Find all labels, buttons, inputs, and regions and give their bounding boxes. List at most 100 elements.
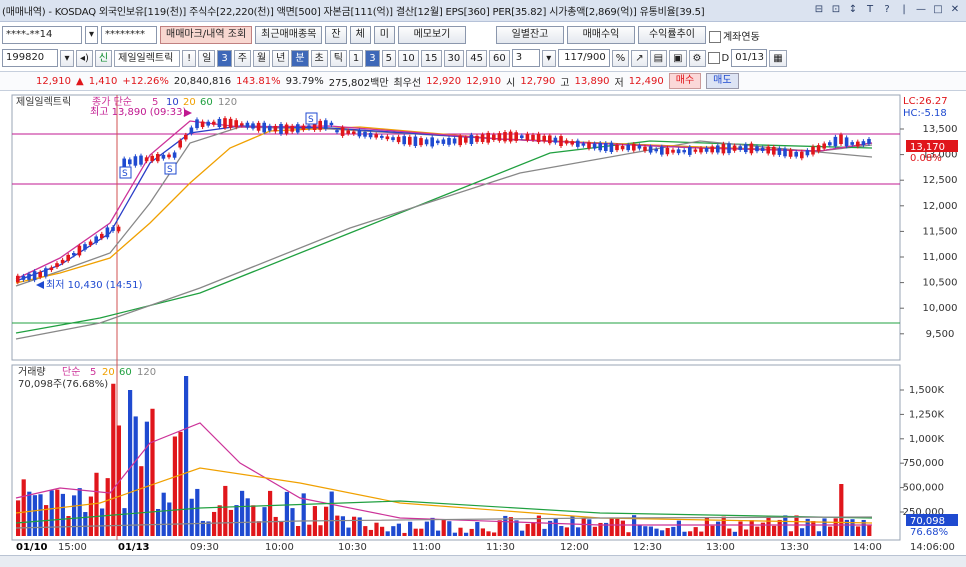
trade-profit-button[interactable]: 매매수익 — [566, 26, 635, 44]
candle-body — [60, 259, 65, 264]
candle-body — [122, 158, 126, 167]
volume-bar — [833, 518, 838, 536]
period-tick[interactable]: 틱 — [329, 49, 347, 67]
close-icon[interactable]: ✕ — [948, 3, 962, 17]
candle-body — [553, 137, 558, 143]
profit-trend-button[interactable]: 수익률추이 — [637, 26, 706, 44]
volume-bar — [380, 526, 385, 536]
volume-axis-label: 1,000K — [909, 434, 945, 445]
volume-bar — [464, 532, 469, 536]
volume-bar — [710, 525, 715, 536]
volume-bar — [592, 526, 597, 536]
interval-30[interactable]: 30 — [443, 49, 465, 67]
executed-button[interactable]: 체 — [349, 26, 371, 44]
recent-stocks-button[interactable]: 최근매매종목 — [255, 26, 323, 44]
volume-panel-name: 거래량 — [18, 366, 46, 378]
help-icon[interactable]: ? — [880, 3, 894, 17]
trend-icon[interactable]: ↗ — [631, 49, 648, 67]
period-second[interactable]: 초 — [310, 49, 328, 67]
period-year[interactable]: 년 — [272, 49, 290, 67]
period-minute[interactable]: 분 — [291, 49, 309, 67]
open-label: 시 — [506, 77, 516, 89]
high-price: 13,890 — [574, 75, 610, 87]
candle-body — [167, 154, 171, 158]
gear-icon[interactable]: ⚙ — [688, 49, 706, 67]
candle-body — [368, 132, 373, 138]
high-label: 고 — [560, 77, 570, 89]
alert-button[interactable]: ! — [182, 49, 197, 67]
sell-button[interactable]: 매도 — [706, 73, 739, 89]
print-icon[interactable]: ▤ — [649, 49, 668, 67]
volume-bar — [156, 508, 161, 536]
volume-bar — [268, 490, 273, 536]
pending-button[interactable]: 미 — [373, 26, 395, 44]
interval-45[interactable]: 45 — [466, 49, 487, 67]
volume-bar — [727, 528, 732, 536]
stock-name-field[interactable]: 제일일렉트릭 — [114, 49, 181, 67]
best-ask-label: 최우선 — [393, 77, 422, 89]
minimize-icon[interactable]: — — [914, 3, 928, 17]
stock-code-input[interactable]: 199820 — [2, 49, 58, 67]
interval-3[interactable]: 3 — [365, 49, 380, 67]
volume-bar — [346, 527, 351, 536]
interval-5[interactable]: 5 — [381, 49, 397, 67]
stock-chart[interactable]: 13,50013,00012,50012,00011,50011,00010,5… — [0, 93, 966, 555]
candle-body — [223, 118, 227, 128]
pin-icon[interactable]: ↕ — [846, 3, 860, 17]
volume-bar — [469, 528, 474, 536]
candle-body — [833, 136, 838, 147]
volume-bar — [251, 505, 256, 536]
range-count[interactable]: 117/900 — [557, 49, 610, 67]
pattern-icon[interactable]: % — [611, 49, 630, 67]
period-week[interactable]: 주 — [233, 49, 251, 67]
daily-balance-button[interactable]: 일별잔고 — [495, 26, 564, 44]
volume-bar — [553, 518, 558, 536]
font-icon[interactable]: T — [863, 3, 877, 17]
candle-body — [452, 138, 457, 144]
interval-10[interactable]: 10 — [398, 49, 419, 67]
candle-body — [486, 132, 490, 143]
calendar-icon[interactable]: ▦ — [769, 49, 787, 67]
date-toggle[interactable]: D — [707, 52, 729, 64]
date-input[interactable]: 01/13 — [731, 49, 768, 67]
checkbox-icon[interactable] — [707, 52, 720, 64]
maximize-icon[interactable]: □ — [931, 3, 945, 17]
volume-bar — [816, 531, 821, 536]
candle-body — [822, 143, 826, 149]
candle-body — [178, 140, 182, 148]
account-link-toggle[interactable]: 계좌연동 — [708, 28, 760, 43]
chart-area[interactable]: 13,500 13,000 12,500 12,000 11,500 11,000 10,5… — [0, 93, 966, 555]
checkbox-icon[interactable] — [708, 30, 721, 43]
interval-60[interactable]: 60 — [488, 49, 510, 67]
interval-15[interactable]: 15 — [420, 49, 442, 67]
restore-icon[interactable]: ⊡ — [829, 3, 843, 17]
period-day-count[interactable]: 3 — [217, 49, 232, 67]
period-month[interactable]: 월 — [252, 49, 271, 67]
volume-bar — [301, 493, 306, 536]
chevron-down-icon[interactable]: ▾ — [60, 49, 74, 67]
password-field[interactable]: ******** — [101, 26, 157, 44]
account-select[interactable]: ****-**14 — [2, 26, 82, 44]
interval-count-input[interactable]: 3 — [511, 49, 540, 67]
chevron-down-icon[interactable]: ▾ — [541, 49, 556, 67]
lc-label: LC:26.27 — [903, 96, 948, 107]
interval-1[interactable]: 1 — [348, 49, 364, 67]
candle-body — [788, 149, 793, 157]
chevron-down-icon[interactable]: ▾ — [85, 26, 98, 44]
chart-scroll-bar[interactable] — [0, 555, 966, 567]
candle-body — [682, 150, 686, 153]
balance-button[interactable]: 잔 — [325, 26, 347, 44]
layout-icon[interactable]: ⊟ — [812, 3, 826, 17]
volume-bar — [615, 517, 620, 536]
candle-body — [27, 273, 31, 280]
candle-body — [492, 134, 496, 140]
buy-button[interactable]: 매수 — [668, 73, 702, 89]
period-day[interactable]: 일 — [198, 49, 216, 67]
vol-ma-20-label: 20 — [102, 367, 115, 378]
save-icon[interactable]: ▣ — [669, 49, 687, 67]
speaker-icon[interactable]: ◂) — [76, 49, 93, 67]
trade-query-button[interactable]: 매매마크/내역 조회 — [160, 26, 253, 44]
volume-bar — [811, 521, 816, 536]
memo-button[interactable]: 메모보기 — [397, 26, 466, 44]
volume-bar — [788, 531, 793, 536]
